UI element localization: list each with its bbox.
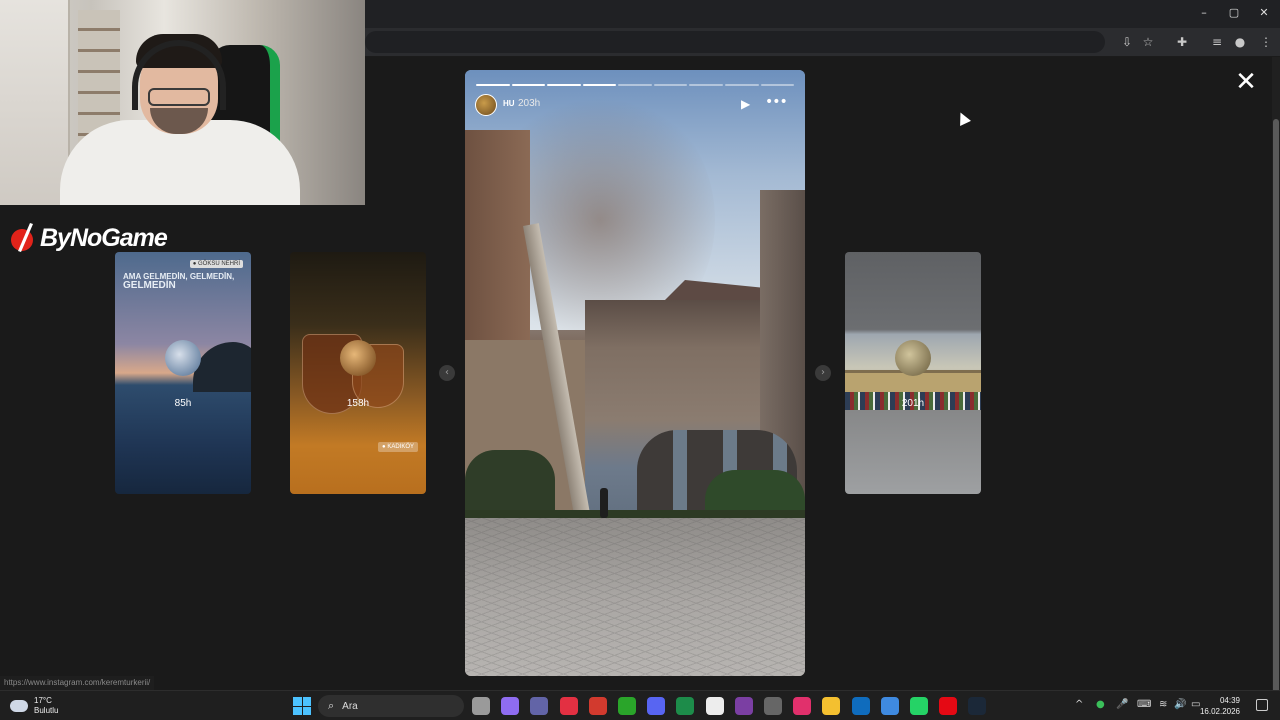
- windows-logo-tile: [302, 706, 311, 715]
- outlook-app-icon[interactable]: [852, 697, 870, 715]
- scrollbar[interactable]: [1272, 57, 1280, 720]
- profile-icon[interactable]: ●: [1232, 34, 1248, 50]
- story-username[interactable]: HU: [503, 99, 515, 108]
- scrollbar-thumb[interactable]: [1273, 119, 1279, 720]
- weather-widget[interactable]: 17°C Bulutlu: [10, 695, 58, 717]
- windows-logo-tile: [302, 697, 311, 706]
- explorer-app-icon[interactable]: [822, 697, 840, 715]
- menu-icon[interactable]: ⋮: [1258, 34, 1274, 50]
- story-time: 203h: [518, 98, 541, 109]
- extensions-icon[interactable]: ✚: [1174, 34, 1190, 50]
- whatsapp-app-icon[interactable]: [910, 697, 928, 715]
- copilot-app-icon[interactable]: [501, 697, 519, 715]
- progress-segment: [511, 84, 546, 86]
- maximize-button[interactable]: ▢: [1222, 4, 1246, 22]
- opera-gx-app-icon[interactable]: [560, 697, 578, 715]
- search-icon: ⌕: [328, 699, 335, 712]
- close-viewer-button[interactable]: ✕: [1234, 69, 1258, 95]
- wifi-icon[interactable]: ≋: [1159, 699, 1167, 710]
- active-story[interactable]: HU 203h ▶ •••: [465, 70, 805, 676]
- microphone-icon[interactable]: 🎤: [1116, 699, 1128, 710]
- weather-temperature: 17°C: [34, 696, 52, 705]
- steam-app-icon[interactable]: [968, 697, 986, 715]
- show-hidden-icons-chevron-icon[interactable]: ^: [1075, 699, 1083, 710]
- progress-segment: [618, 84, 652, 86]
- story-progress-bar: [476, 84, 795, 86]
- bynogame-logo: ByNoGame: [10, 220, 168, 256]
- bookmark-star-icon[interactable]: ☆: [1140, 34, 1156, 50]
- story-card-previous-2[interactable]: AMA GELMEDİN, GELMEDİN, GELMEDİN ● GÖKSU…: [115, 252, 251, 494]
- address-bar[interactable]: [365, 31, 1105, 53]
- chrome-app-icon[interactable]: [881, 697, 899, 715]
- avatar: [165, 340, 201, 376]
- file-view-app-icon[interactable]: [472, 697, 490, 715]
- avatar: [340, 340, 376, 376]
- windows-logo-tile: [293, 706, 302, 715]
- story-headline: AMA GELMEDİN, GELMEDİN, GELMEDİN: [123, 272, 234, 291]
- webcam-overlay: [0, 0, 365, 205]
- teams-app-icon[interactable]: [530, 697, 548, 715]
- story-headline-big: GELMEDİN: [123, 280, 176, 291]
- story-time: 85h: [174, 398, 192, 409]
- progress-segment: [689, 84, 723, 86]
- taskbar: 17°C Bulutlu ⌕ Ara ^ ● 🎤 ⌨ ≋ 🔊 ▭ 04:39 1…: [0, 690, 1280, 720]
- taskbar-search[interactable]: ⌕ Ara: [318, 695, 464, 717]
- cloud-icon: [10, 700, 28, 712]
- xbox-app-icon[interactable]: [618, 697, 636, 715]
- wardrobe: [0, 0, 70, 205]
- minimize-button[interactable]: –: [1192, 4, 1216, 22]
- progress-segment: [582, 84, 617, 86]
- netflix-app-icon[interactable]: [939, 697, 957, 715]
- messenger-app-icon[interactable]: [706, 697, 724, 715]
- status-bar-url: https://www.instagram.com/keremturkerii/: [0, 676, 155, 690]
- play-icon[interactable]: ▶: [741, 97, 755, 111]
- recorder-app-icon[interactable]: [764, 697, 782, 715]
- install-icon[interactable]: ⇩: [1119, 34, 1135, 50]
- story-header: HU 203h ▶ •••: [475, 94, 795, 116]
- instagram-app-icon[interactable]: [793, 697, 811, 715]
- glasses: [148, 88, 210, 106]
- start-button[interactable]: [293, 697, 311, 715]
- excel-app-icon[interactable]: [676, 697, 694, 715]
- close-window-button[interactable]: ✕: [1252, 4, 1276, 22]
- next-story-arrow[interactable]: ›: [815, 365, 831, 381]
- location-tag: ● KADIKÖY: [378, 442, 418, 452]
- progress-segment: [760, 84, 795, 86]
- security-tray-icon[interactable]: ●: [1096, 699, 1105, 710]
- premiere-app-icon[interactable]: [735, 697, 753, 715]
- bynogame-logo-text: ByNoGame: [40, 223, 168, 252]
- progress-segment: [476, 84, 510, 86]
- keyboard-icon[interactable]: ⌨: [1137, 699, 1151, 710]
- windows-logo-tile: [293, 697, 302, 706]
- location-tag: ● GÖKSU NEHRİ: [189, 260, 243, 268]
- volume-icon[interactable]: 🔊: [1174, 699, 1186, 710]
- weather-text: 17°C Bulutlu: [34, 696, 58, 716]
- story-time: 158h: [346, 398, 370, 409]
- sw-app-icon[interactable]: [589, 697, 607, 715]
- weather-description: Bulutlu: [34, 706, 59, 715]
- walking-person: [600, 488, 608, 518]
- story-time: 201h: [901, 398, 925, 409]
- pavement-texture: [465, 518, 805, 676]
- reading-list-icon[interactable]: ≡: [1209, 34, 1225, 50]
- avatar[interactable]: [475, 94, 497, 116]
- progress-segment: [724, 84, 759, 86]
- clock-date: 16.02.2026: [1199, 707, 1240, 716]
- progress-segment: [653, 84, 688, 86]
- bynogame-logo-icon: [10, 221, 36, 255]
- story-card-next[interactable]: 201h: [845, 252, 981, 494]
- clock-time: 04:39: [1219, 696, 1240, 705]
- discord-app-icon[interactable]: [647, 697, 665, 715]
- previous-story-arrow[interactable]: ‹: [439, 365, 455, 381]
- taskbar-clock[interactable]: 04:39 16.02.2026: [1200, 695, 1240, 717]
- search-placeholder: Ara: [342, 700, 358, 712]
- progress-segment: [547, 84, 581, 86]
- island-silhouette: [193, 342, 251, 392]
- story-card-previous-1[interactable]: 158h ● KADIKÖY: [290, 252, 426, 494]
- more-options-icon[interactable]: •••: [765, 95, 788, 109]
- notifications-icon[interactable]: [1256, 699, 1268, 711]
- avatar: [895, 340, 931, 376]
